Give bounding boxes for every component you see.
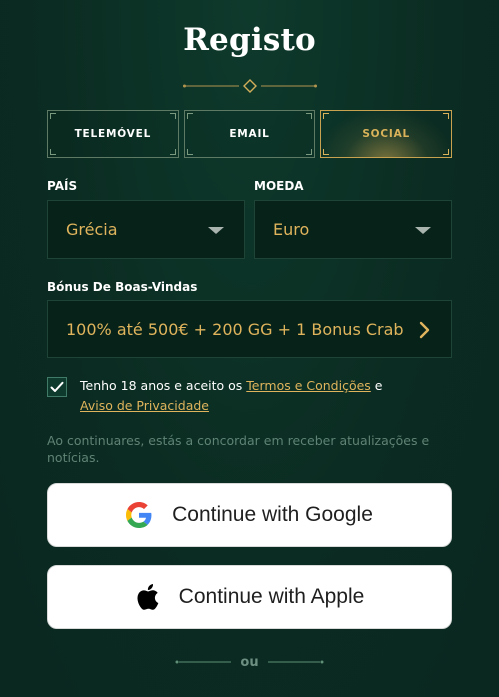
or-text: ou — [240, 654, 259, 670]
country-label: PAÍS — [47, 179, 78, 193]
bonus-value: 100% até 500€ + 200 GG + 1 Bonus Crab — [66, 319, 404, 339]
title-ornament — [0, 79, 499, 93]
tab-phone[interactable]: TELEMÓVEL — [47, 110, 179, 158]
tab-email[interactable]: EMAIL — [183, 110, 316, 158]
apple-button-label: Continue with Apple — [178, 585, 365, 608]
checkmark-icon — [50, 381, 64, 392]
registration-method-tabs: TELEMÓVEL EMAIL SOCIAL — [47, 110, 453, 158]
marketing-notice: Ao continuares, estás a concordar em rec… — [47, 433, 430, 465]
continue-with-apple-button[interactable]: Continue with Apple — [47, 565, 452, 629]
consent-prefix: Tenho 18 anos e aceito os — [80, 378, 247, 393]
country-value: Grécia — [66, 220, 118, 239]
terms-link[interactable]: Termos e Condições — [246, 378, 371, 393]
consent-text: Tenho 18 anos e aceito os Termos e Condi… — [80, 376, 410, 416]
caret-down-icon — [415, 227, 431, 234]
continue-with-google-button[interactable]: Continue with Google — [47, 483, 452, 547]
tab-email-label: EMAIL — [229, 128, 270, 140]
consent-conjunction: e — [370, 378, 383, 393]
google-button-label: Continue with Google — [172, 503, 373, 526]
tab-social[interactable]: SOCIAL — [320, 110, 453, 158]
currency-label: MOEDA — [254, 179, 304, 193]
bonus-select[interactable]: 100% até 500€ + 200 GG + 1 Bonus Crab — [47, 300, 452, 358]
google-icon — [126, 502, 152, 528]
bonus-label: Bónus De Boas-Vindas — [47, 280, 198, 294]
country-select[interactable]: Grécia — [47, 200, 245, 259]
or-divider: ou — [0, 653, 499, 671]
tab-social-label: SOCIAL — [362, 128, 411, 140]
currency-value: Euro — [273, 220, 310, 239]
privacy-link[interactable]: Aviso de Privacidade — [80, 398, 209, 413]
currency-select[interactable]: Euro — [254, 200, 452, 259]
chevron-right-icon — [419, 321, 431, 343]
tab-phone-label: TELEMÓVEL — [74, 128, 152, 140]
page-title: Registo — [183, 22, 316, 58]
apple-icon — [135, 583, 159, 611]
caret-down-icon — [208, 227, 224, 234]
age-terms-checkbox[interactable] — [47, 377, 67, 397]
